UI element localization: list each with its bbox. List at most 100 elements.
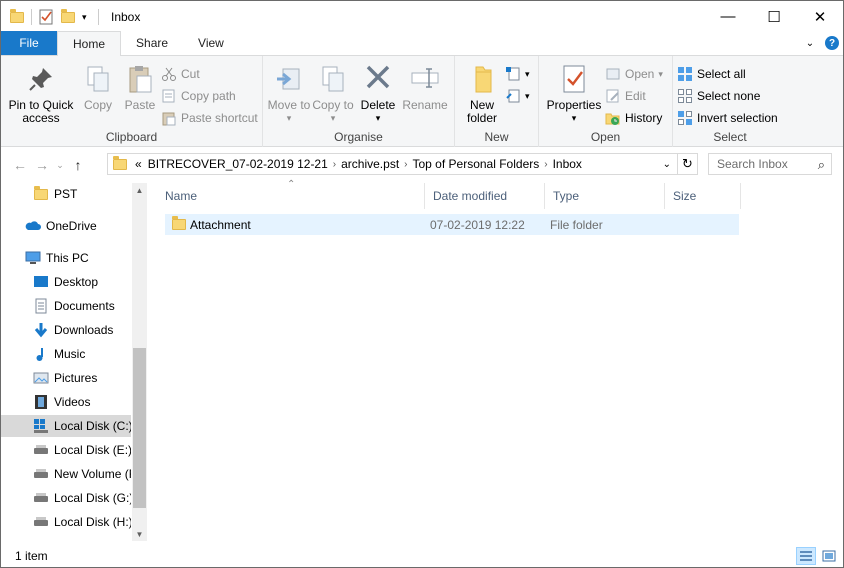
edit-label: Edit <box>625 89 646 103</box>
easy-access-button[interactable]: ▾ <box>505 85 530 107</box>
scroll-down-icon[interactable]: ▼ <box>132 527 147 541</box>
nav-item-local-disk-h[interactable]: Local Disk (H:) <box>1 511 131 533</box>
documents-icon <box>33 298 49 314</box>
column-name-label: Name <box>165 189 198 203</box>
breadcrumb-item[interactable]: Top of Personal Folders <box>413 157 540 171</box>
breadcrumb-item[interactable]: BITRECOVER_07-02-2019 12-21 <box>148 157 328 171</box>
tab-home[interactable]: Home <box>57 31 122 56</box>
dropdown-arrow-icon: ▾ <box>658 68 663 79</box>
new-folder-quick-icon[interactable] <box>60 8 76 25</box>
item-count: 1 item <box>15 549 48 563</box>
folder-icon <box>9 8 25 25</box>
invert-selection-icon <box>677 110 693 126</box>
view-toggle <box>793 547 839 565</box>
row-type: File folder <box>550 217 603 232</box>
quick-access-toolbar: ▾ <box>1 1 105 32</box>
up-arrow-icon[interactable]: ↑ <box>67 154 89 176</box>
drive-icon <box>33 466 49 482</box>
column-header-name[interactable]: Name ⌃ <box>157 179 425 209</box>
copy-path-button[interactable]: Copy path <box>161 85 258 107</box>
new-group: New folder ▾ ▾ New <box>455 56 539 147</box>
search-box[interactable]: Search Inbox ⌕ <box>708 153 832 175</box>
nav-item-onedrive[interactable]: OneDrive <box>1 215 131 237</box>
window-title: Inbox <box>111 9 141 24</box>
customize-toolbar-icon[interactable]: ▾ <box>82 9 92 25</box>
address-bar[interactable]: « BITRECOVER_07-02-2019 12-21 › archive.… <box>107 153 698 175</box>
properties-quick-icon[interactable] <box>38 9 54 25</box>
column-type-label: Type <box>553 189 580 203</box>
move-to-icon <box>273 63 305 95</box>
breadcrumb-item[interactable]: Inbox <box>553 157 582 171</box>
cut-button[interactable]: Cut <box>161 63 258 85</box>
refresh-icon[interactable]: ↻ <box>677 154 697 174</box>
nav-label: Local Disk (E:) <box>54 443 131 457</box>
select-all-button[interactable]: Select all <box>677 63 778 85</box>
film-icon <box>33 394 49 410</box>
tab-view[interactable]: View <box>183 31 239 55</box>
nav-item-documents[interactable]: Documents <box>1 295 131 317</box>
nav-item-local-disk-g[interactable]: Local Disk (G:) <box>1 487 131 509</box>
forward-arrow-icon[interactable]: → <box>31 154 53 176</box>
tab-share[interactable]: Share <box>121 31 183 55</box>
nav-item-local-disk-e[interactable]: Local Disk (E:) <box>1 439 131 461</box>
back-arrow-icon[interactable]: ← <box>9 154 31 176</box>
nav-item-desktop[interactable]: Desktop <box>1 271 131 293</box>
nav-item-videos[interactable]: Videos <box>1 391 131 413</box>
history-button[interactable]: History <box>605 107 663 129</box>
maximize-button[interactable]: ☐ <box>751 1 797 32</box>
large-icons-view-icon[interactable] <box>819 547 839 565</box>
paste-label: Paste <box>124 98 156 112</box>
dropdown-arrow-icon: ▾ <box>330 113 336 123</box>
details-view-icon[interactable] <box>796 547 816 565</box>
column-header-date[interactable]: Date modified <box>425 183 545 209</box>
nav-item-downloads[interactable]: Downloads <box>1 319 131 341</box>
close-button[interactable]: ✕ <box>797 1 843 32</box>
nav-item-pst[interactable]: PST <box>1 183 131 205</box>
column-header-type[interactable]: Type <box>545 183 665 209</box>
explorer-window: ▾ Inbox — ☐ ✕ File Home Share View ⌄ ? P… <box>0 0 844 568</box>
invert-selection-button[interactable]: Invert selection <box>677 107 778 129</box>
open-button[interactable]: Open ▾ <box>605 63 663 85</box>
chevron-right-icon[interactable]: › <box>544 159 547 170</box>
chevron-right-icon[interactable]: › <box>404 159 407 170</box>
divider <box>31 8 32 25</box>
help-icon[interactable]: ? <box>825 36 839 50</box>
scroll-up-icon[interactable]: ▲ <box>132 183 147 197</box>
ribbon-right-controls: ⌄ ? <box>795 31 843 55</box>
new-item-button[interactable]: ▾ <box>505 63 530 85</box>
nav-item-local-disk-c[interactable]: Local Disk (C:) <box>1 415 131 437</box>
recent-locations-chevron-icon[interactable]: ⌄ <box>53 154 67 176</box>
select-all-icon <box>677 66 693 82</box>
nav-item-pictures[interactable]: Pictures <box>1 367 131 389</box>
search-icon[interactable]: ⌕ <box>818 157 825 173</box>
delete-label: Delete <box>360 98 396 112</box>
minimize-button[interactable]: — <box>705 1 751 32</box>
column-header-size[interactable]: Size <box>665 183 741 209</box>
expand-ribbon-icon[interactable]: ⌄ <box>803 36 817 50</box>
row-date: 07-02-2019 12:22 <box>430 217 525 232</box>
column-size-label: Size <box>673 189 697 203</box>
nav-label: Local Disk (G:) <box>54 491 131 505</box>
open-group-label: Open <box>590 130 621 144</box>
music-note-icon <box>33 346 49 362</box>
nav-item-music[interactable]: Music <box>1 343 131 365</box>
nav-item-new-volume-f[interactable]: New Volume (F:) <box>1 463 131 485</box>
table-row[interactable]: Attachment 07-02-2019 12:22 File folder <box>165 214 739 235</box>
delete-x-icon <box>362 63 394 95</box>
open-group: Properties ▾ Open ▾ Edit History Open <box>539 56 673 147</box>
edit-button[interactable]: Edit <box>605 85 663 107</box>
select-none-button[interactable]: Select none <box>677 85 778 107</box>
nav-label: Music <box>54 347 86 361</box>
nav-scrollbar[interactable]: ▲ ▼ <box>132 183 147 541</box>
chevron-right-icon[interactable]: › <box>333 159 336 170</box>
paste-shortcut-button[interactable]: Paste shortcut <box>161 107 258 129</box>
breadcrumb-item[interactable]: archive.pst <box>341 157 399 171</box>
dropdown-arrow-icon: ▾ <box>525 90 530 101</box>
clipboard-group: Pin to Quick access Copy Paste Cut Copy … <box>1 56 263 147</box>
invert-selection-label: Invert selection <box>697 111 778 125</box>
breadcrumb-overflow[interactable]: « <box>135 157 142 171</box>
nav-item-this-pc[interactable]: This PC <box>1 247 131 269</box>
tab-file[interactable]: File <box>1 31 57 55</box>
scrollbar-thumb[interactable] <box>133 348 146 508</box>
address-dropdown-icon[interactable]: ⌄ <box>663 159 671 170</box>
